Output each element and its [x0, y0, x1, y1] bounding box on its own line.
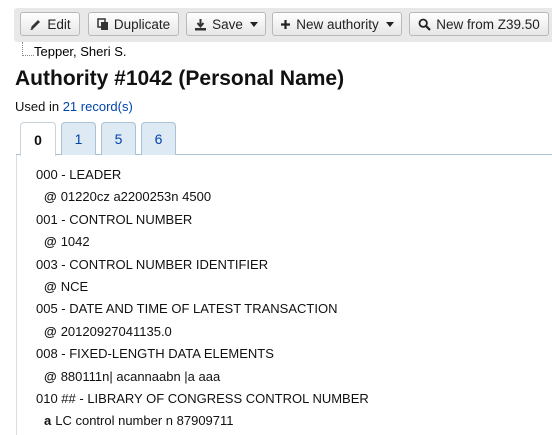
field-tag: 001 - CONTROL NUMBER — [36, 212, 193, 227]
duplicate-label: Duplicate — [113, 16, 171, 32]
field-tag: 005 - DATE AND TIME OF LATEST TRANSACTIO… — [36, 301, 338, 316]
subfield-code: a — [44, 413, 52, 428]
toolbar: Edit Duplicate Save New authority New fr… — [14, 8, 552, 42]
new-authority-label: New authority — [296, 16, 379, 32]
tab-1[interactable]: 1 — [61, 122, 96, 155]
plus-icon — [280, 19, 291, 30]
edit-label: Edit — [47, 16, 71, 32]
subfield-value: 01220cz a2200253n 4500 — [60, 189, 212, 204]
subfield-value: LC control number n 87909711 — [55, 413, 234, 428]
page-title: Authority #1042 (Personal Name) — [15, 67, 345, 90]
subfield-code: @ — [44, 369, 57, 384]
tab-label: 0 — [34, 131, 42, 148]
subfield-row: a LC control number n 87909711 — [44, 413, 234, 428]
chevron-down-icon — [385, 21, 394, 27]
subfield-row: @ NCE — [44, 279, 88, 294]
subfield-code: @ — [44, 279, 57, 294]
tab-5[interactable]: 5 — [101, 122, 136, 155]
subfield-code: @ — [44, 234, 57, 249]
field-tag: 000 - LEADER — [36, 167, 122, 182]
subfield-code: @ — [44, 189, 57, 204]
tab-label: 1 — [74, 131, 83, 147]
subfield-row: @01220cz a2200253n 4500 — [44, 189, 211, 204]
field-tag: 010 ## - LIBRARY OF CONGRESS CONTROL NUM… — [36, 391, 369, 406]
tree-connector — [22, 42, 34, 56]
tab-label: 5 — [114, 131, 123, 147]
pencil-icon — [29, 18, 42, 31]
search-icon — [418, 18, 431, 31]
panel-border — [16, 155, 17, 435]
subfield-value: 1042 — [60, 234, 90, 249]
subfield-code: @ — [44, 324, 57, 339]
tab-0[interactable]: 0 — [20, 122, 56, 156]
used-in-label: Used in — [15, 99, 60, 114]
subfield-row: @20120927041135.0 — [44, 324, 172, 339]
save-dropdown-button[interactable]: Save — [186, 12, 266, 36]
copy-icon — [97, 17, 109, 31]
tab-6[interactable]: 6 — [141, 122, 176, 155]
download-icon — [194, 18, 207, 31]
used-in-records-link[interactable]: 21 record(s) — [63, 99, 133, 114]
authority-hierarchy-name: Tepper, Sheri S. — [34, 44, 127, 59]
new-from-z3950-button[interactable]: New from Z39.50 — [409, 12, 549, 36]
field-tag: 008 - FIXED-LENGTH DATA ELEMENTS — [36, 346, 274, 361]
subfield-row: @880111n| acannaabn |a aaa — [44, 369, 220, 384]
subfield-value: 20120927041135.0 — [60, 324, 172, 339]
new-from-z3950-label: New from Z39.50 — [436, 16, 540, 32]
duplicate-button[interactable]: Duplicate — [88, 12, 179, 36]
subfield-value: NCE — [60, 279, 89, 294]
tabs-divider — [16, 154, 552, 155]
tab-label: 6 — [154, 131, 163, 147]
save-label: Save — [212, 16, 243, 32]
field-tag: 003 - CONTROL NUMBER IDENTIFIER — [36, 257, 269, 272]
usage-info: Used in 21 record(s) — [15, 99, 133, 114]
new-authority-dropdown-button[interactable]: New authority — [272, 12, 402, 36]
edit-button[interactable]: Edit — [20, 12, 80, 36]
subfield-row: @1042 — [44, 234, 90, 249]
chevron-down-icon — [249, 21, 258, 27]
subfield-value: 880111n| acannaabn |a aaa — [60, 369, 221, 384]
